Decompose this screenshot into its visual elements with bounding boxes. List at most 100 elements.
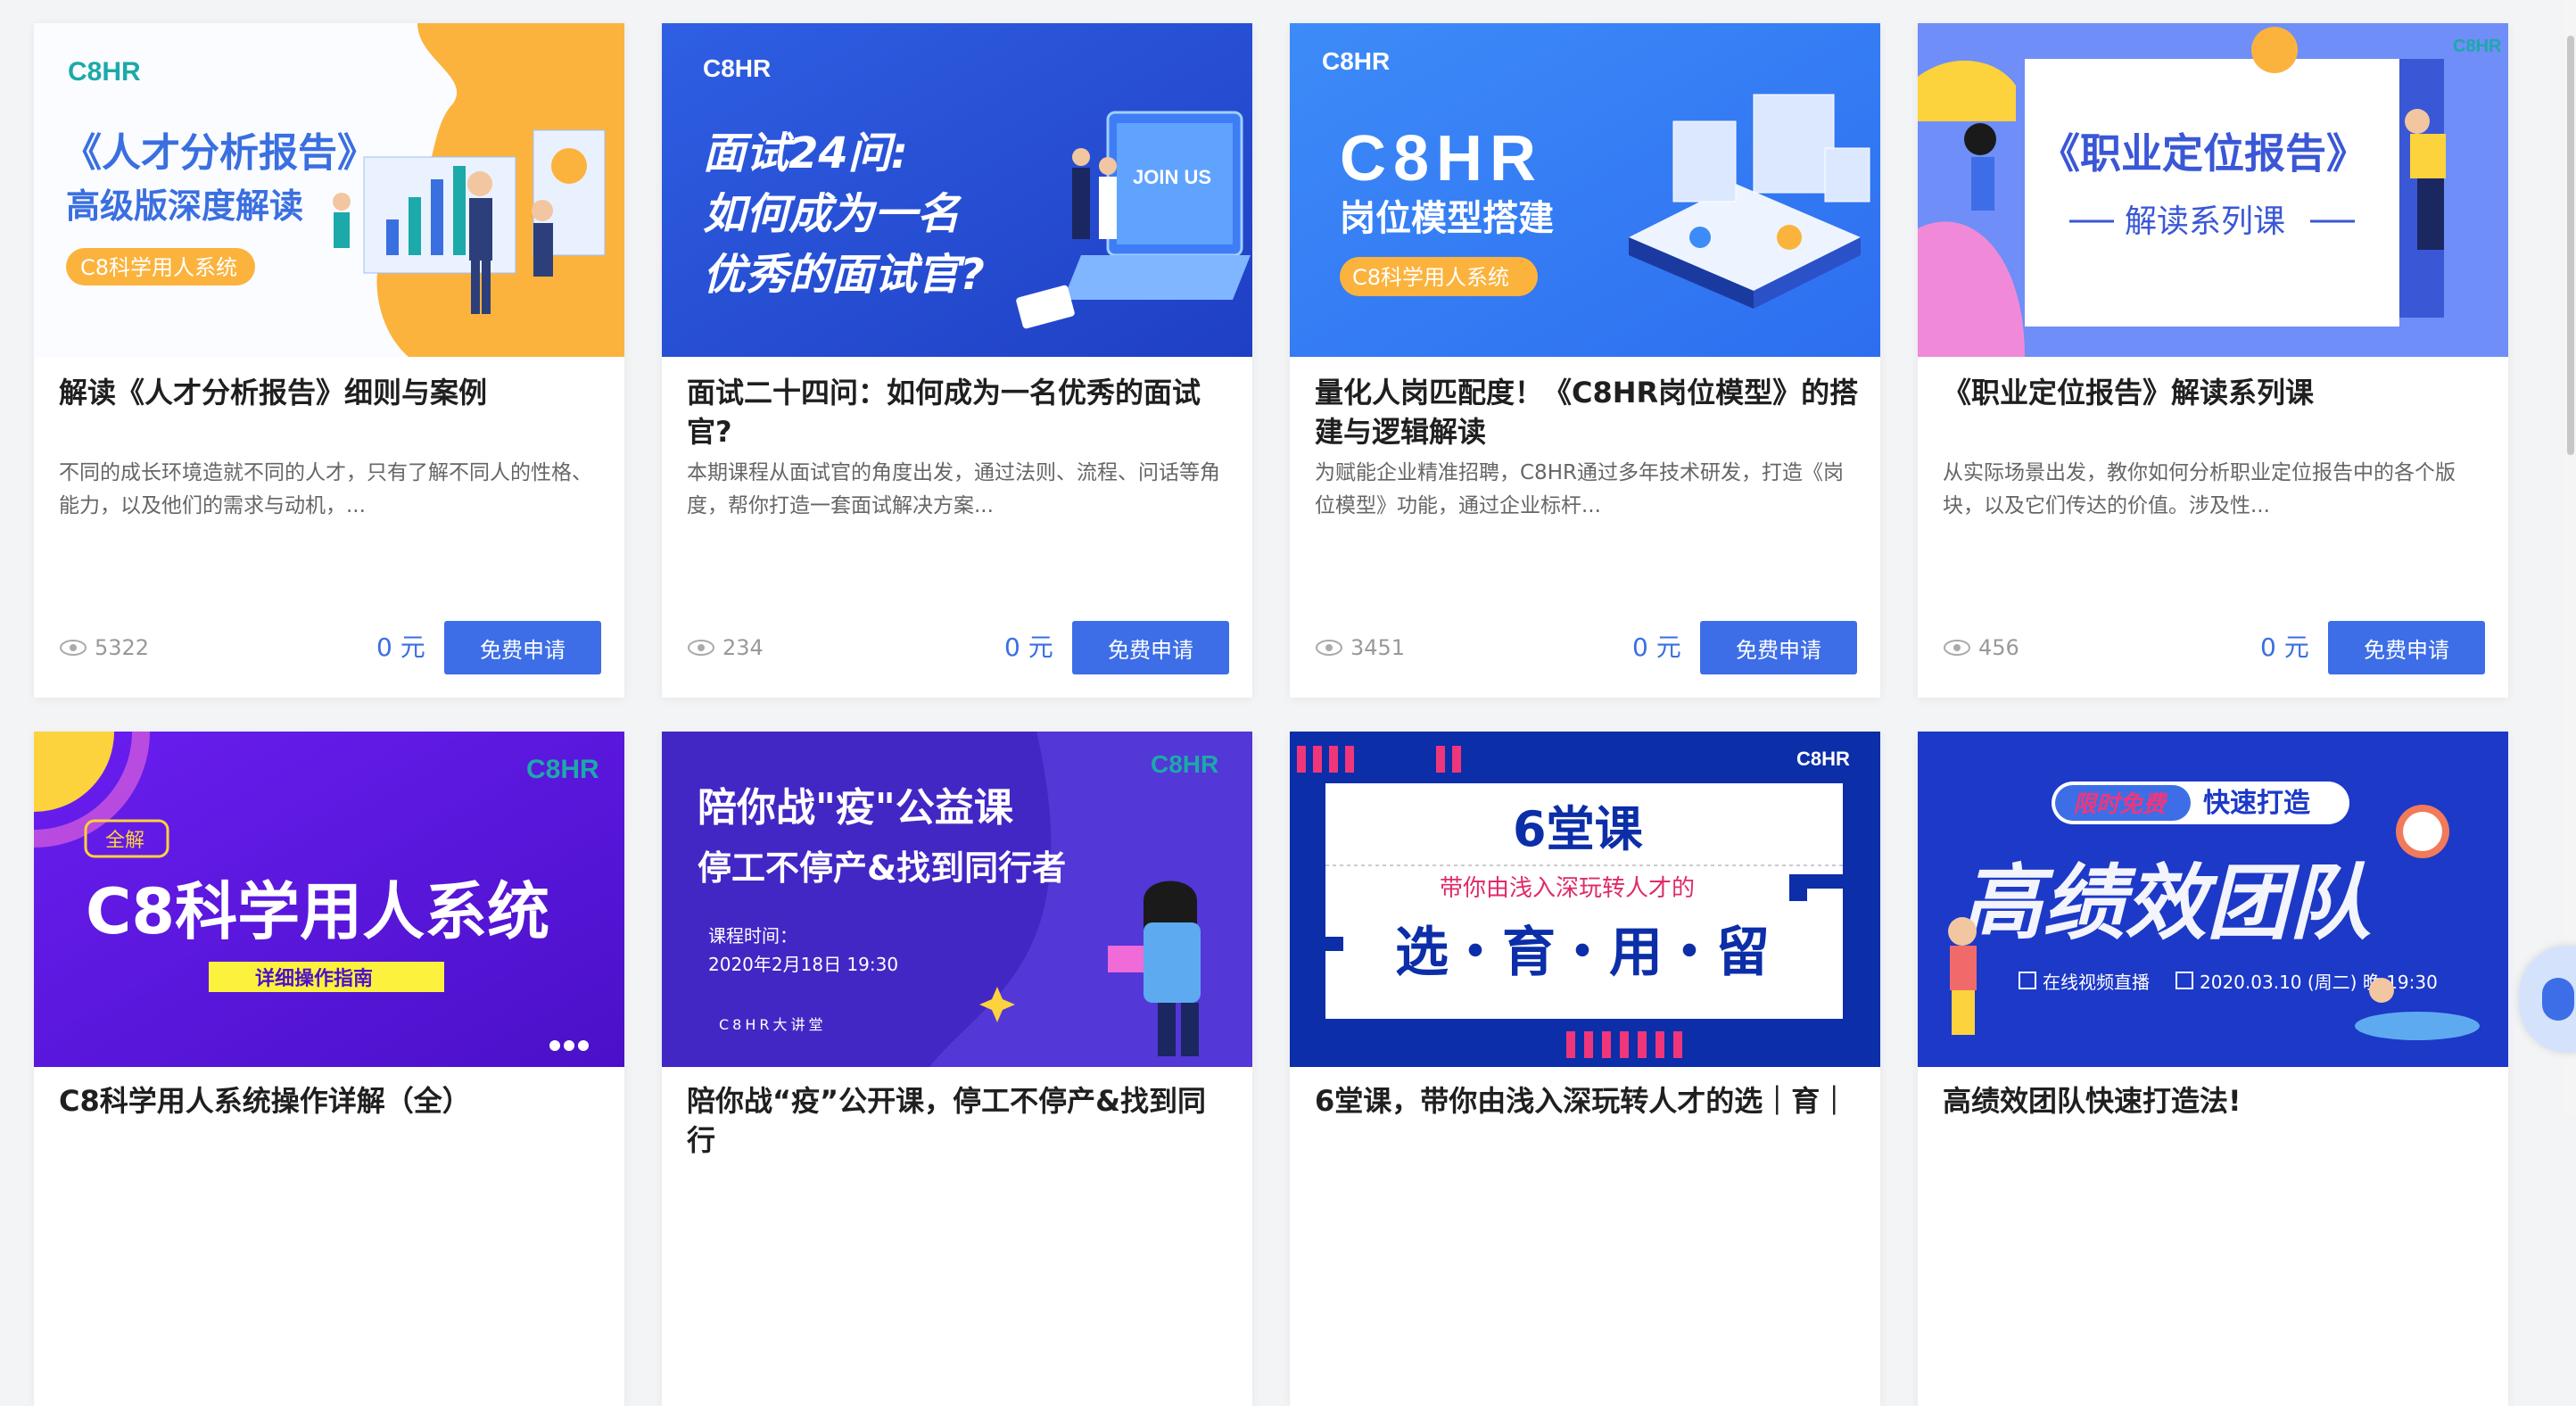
banner-badge: 全解 [105, 830, 144, 852]
banner-line3: 课程时间： [708, 925, 797, 947]
banner-epidemic-course: C8HR 陪你战"疫"公益课 停工不停产&找到同行者 课程时间： 2020年2月… [662, 732, 1252, 1067]
course-card[interactable]: 限时免费 快速打造 高绩效团队 在线视频直播 2020.03.10 (周二) 晚… [1918, 732, 2508, 1406]
banner-line2: 高级版深度解读 [66, 186, 303, 226]
banner-line1: C8科学用人系统 [86, 875, 549, 948]
price-unit: 元 [2283, 633, 2309, 662]
free-apply-button[interactable]: 免费申请 [2328, 621, 2485, 674]
banner-line0: 快速打造 [2203, 788, 2310, 819]
course-card[interactable]: C8HR 《职业定位报告》 解读系列课 《职业定位报告》解读系列课 从实际场景出… [1918, 23, 2508, 698]
eye-icon [60, 640, 87, 656]
banner-logo: C8HR [703, 54, 771, 82]
free-apply-button[interactable]: 免费申请 [444, 621, 601, 674]
course-thumbnail[interactable]: C8HR 《职业定位报告》 解读系列课 [1918, 23, 2508, 357]
course-title[interactable]: 陪你战“疫”公开课，停工不停产&找到同行 [687, 1081, 1231, 1160]
course-price: 0 元 [1632, 628, 1681, 664]
banner-line2: 在线视频直播 [2043, 972, 2150, 993]
banner-line4: 2020年2月18日 19:30 [708, 954, 898, 975]
banner-line3: 选・育・用・留 [1395, 922, 1770, 984]
price-unit: 元 [400, 633, 425, 662]
price-unit: 元 [1028, 633, 1053, 662]
course-thumbnail[interactable]: C8HR 全解 C8科学用人系统 详细操作指南 [34, 732, 624, 1067]
price-value: 0 [376, 633, 392, 662]
course-description: 本期课程从面试官的角度出发，通过法则、流程、问话等角度，帮你打造一套面试解决方案… [687, 461, 1220, 517]
course-thumbnail[interactable]: C8HR 面试24问: 如何成为一名 优秀的面试官? JOIN US [662, 23, 1252, 357]
banner-line2: 停工不停产&找到同行者 [698, 848, 1066, 888]
price-value: 0 [1004, 633, 1020, 662]
view-count-value: 234 [722, 635, 764, 660]
banner-talent-analysis: C8HR 《人才分析报告》 高级版深度解读 C8科学用人系统 [34, 23, 624, 357]
view-count-value: 456 [1978, 635, 2019, 660]
banner-c8-system: C8HR 全解 C8科学用人系统 详细操作指南 [34, 732, 624, 1067]
view-count: 234 [687, 635, 764, 660]
banner-career-report: C8HR 《职业定位报告》 解读系列课 [1918, 23, 2508, 357]
course-title[interactable]: 解读《人才分析报告》细则与案例 [59, 373, 603, 412]
eye-icon [1316, 640, 1342, 656]
course-description: 为赋能企业精准招聘，C8HR通过多年技术研发，打造《岗位模型》功能，通过企业标杆… [1315, 461, 1844, 517]
course-thumbnail[interactable]: C8HR 陪你战"疫"公益课 停工不停产&找到同行者 课程时间： 2020年2月… [662, 732, 1252, 1067]
banner-line1: 《职业定位报告》 [2039, 129, 2367, 178]
banner-line3: 2020.03.10 (周二) 晚 19:30 [2200, 972, 2438, 993]
course-card[interactable]: C8HR C8HR 岗位模型搭建 C8科学用人系统 量化人岗匹配度！《C8HR岗… [1290, 23, 1880, 698]
course-price: 0 元 [376, 628, 425, 664]
banner-footer: C8HR大讲堂 [719, 1016, 827, 1033]
free-apply-button[interactable]: 免费申请 [1700, 621, 1857, 674]
banner-six-lessons: C8HR 6堂课 带你由浅入深玩转人才的 选・育・用・留 [1290, 732, 1880, 1067]
course-card[interactable]: C8HR 全解 C8科学用人系统 详细操作指南 C8科学用人系统操作详解（全） [34, 732, 624, 1406]
course-title[interactable]: 《职业定位报告》解读系列课 [1943, 373, 2487, 412]
banner-line2: 解读系列课 [2125, 203, 2285, 240]
banner-interview: C8HR 面试24问: 如何成为一名 优秀的面试官? JOIN US [662, 23, 1252, 357]
course-card[interactable]: C8HR 陪你战"疫"公益课 停工不停产&找到同行者 课程时间： 2020年2月… [662, 732, 1252, 1406]
banner-logo: C8HR [1322, 47, 1390, 75]
view-count: 5322 [59, 635, 149, 660]
banner-logo: C8HR [526, 755, 599, 784]
banner-logo: C8HR [1151, 750, 1218, 778]
view-count: 3451 [1315, 635, 1405, 660]
banner-logo: C8HR [2453, 37, 2502, 56]
banner-tag: JOIN US [1133, 166, 1211, 188]
course-price: 0 元 [1004, 628, 1053, 664]
course-title[interactable]: 面试二十四问：如何成为一名优秀的面试官? [687, 373, 1231, 451]
view-count: 456 [1943, 635, 2019, 660]
banner-tag: C8科学用人系统 [80, 255, 237, 280]
course-title[interactable]: C8科学用人系统操作详解（全） [59, 1081, 603, 1121]
course-price: 0 元 [2260, 628, 2309, 664]
course-thumbnail[interactable]: C8HR C8HR 岗位模型搭建 C8科学用人系统 [1290, 23, 1880, 357]
price-unit: 元 [1655, 633, 1681, 662]
banner-line1: 陪你战"疫"公益课 [698, 785, 1014, 831]
banner-line2: 岗位模型搭建 [1340, 198, 1554, 239]
banner-badge: 限时免费 [2073, 791, 2168, 818]
course-title[interactable]: 高绩效团队快速打造法! [1943, 1081, 2487, 1121]
banner-line1: 高绩效团队 [1961, 856, 2371, 951]
price-value: 0 [2260, 633, 2276, 662]
banner-line1: 《人才分析报告》 [62, 130, 376, 176]
banner-logo: C8HR [68, 57, 141, 87]
course-title[interactable]: 量化人岗匹配度！《C8HR岗位模型》的搭建与逻辑解读 [1315, 373, 1859, 451]
course-description: 不同的成长环境造就不同的人才，只有了解不同人的性格、能力，以及他们的需求与动机，… [59, 461, 592, 517]
banner-high-performance-team: 限时免费 快速打造 高绩效团队 在线视频直播 2020.03.10 (周二) 晚… [1918, 732, 2508, 1067]
course-thumbnail[interactable]: C8HR 《人才分析报告》 高级版深度解读 C8科学用人系统 [34, 23, 624, 357]
view-count-value: 5322 [95, 635, 150, 660]
banner-tag: C8科学用人系统 [1352, 265, 1509, 290]
course-description: 从实际场景出发，教你如何分析职业定位报告中的各个版块，以及它们传达的价值。涉及性… [1943, 461, 2456, 517]
course-card[interactable]: C8HR 面试24问: 如何成为一名 优秀的面试官? JOIN US 面试二十四… [662, 23, 1252, 698]
free-apply-button[interactable]: 免费申请 [1072, 621, 1229, 674]
banner-line1: C8HR [1340, 123, 1543, 194]
eye-icon [688, 640, 714, 656]
course-thumbnail[interactable]: 限时免费 快速打造 高绩效团队 在线视频直播 2020.03.10 (周二) 晚… [1918, 732, 2508, 1067]
banner-line2: 带你由浅入深玩转人才的 [1440, 875, 1695, 902]
price-value: 0 [1632, 633, 1648, 662]
view-count-value: 3451 [1350, 635, 1406, 660]
course-thumbnail[interactable]: C8HR 6堂课 带你由浅入深玩转人才的 选・育・用・留 [1290, 732, 1880, 1067]
course-grid: C8HR 《人才分析报告》 高级版深度解读 C8科学用人系统 解读《人才分析报告… [0, 0, 2576, 1406]
banner-line1: 面试24问: [703, 128, 908, 178]
banner-logo: C8HR [1796, 748, 1850, 770]
scrollbar-thumb[interactable] [2567, 36, 2574, 455]
banner-line2: 如何成为一名 [703, 189, 962, 239]
eye-icon [1944, 640, 1970, 656]
course-card[interactable]: C8HR 6堂课 带你由浅入深玩转人才的 选・育・用・留 6堂课，带你由浅入深玩… [1290, 732, 1880, 1406]
banner-tag: 详细操作指南 [255, 967, 373, 990]
banner-line3: 优秀的面试官? [703, 250, 985, 300]
banner-job-model: C8HR C8HR 岗位模型搭建 C8科学用人系统 [1290, 23, 1880, 357]
course-card[interactable]: C8HR 《人才分析报告》 高级版深度解读 C8科学用人系统 解读《人才分析报告… [34, 23, 624, 698]
course-title[interactable]: 6堂课，带你由浅入深玩转人才的选｜育｜ [1315, 1081, 1859, 1121]
